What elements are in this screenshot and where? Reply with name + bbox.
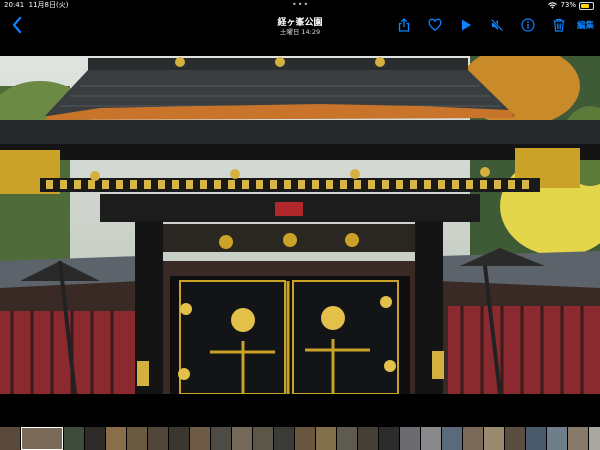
info-icon <box>521 18 536 32</box>
delete-button[interactable] <box>544 16 575 34</box>
photo-view[interactable] <box>0 56 600 394</box>
filmstrip-thumbnail[interactable] <box>127 427 147 450</box>
battery-percent: 73% <box>560 1 576 9</box>
status-bar: 20:41 11月8日(火) ••• 73% <box>0 0 600 11</box>
edit-button[interactable]: 編集 <box>577 19 594 31</box>
filmstrip-thumbnail[interactable] <box>253 427 273 450</box>
status-time: 20:41 <box>4 1 25 9</box>
filmstrip-thumbnail[interactable] <box>547 427 567 450</box>
filmstrip-thumbnail[interactable] <box>505 427 525 450</box>
filmstrip-thumbnail[interactable] <box>85 427 105 450</box>
wifi-icon <box>548 2 558 9</box>
photo-nav-bar: 経ヶ峯公園 土曜日 14:29 編集 <box>0 11 600 40</box>
filmstrip-thumbnail[interactable] <box>232 427 252 450</box>
mute-button[interactable] <box>482 16 513 34</box>
filmstrip-thumbnail[interactable] <box>421 427 441 450</box>
filmstrip[interactable] <box>0 427 600 450</box>
filmstrip-thumbnail[interactable] <box>190 427 210 450</box>
chevron-left-icon <box>12 16 22 34</box>
filmstrip-thumbnail[interactable] <box>274 427 294 450</box>
back-button[interactable] <box>8 14 28 36</box>
filmstrip-thumbnail[interactable] <box>148 427 168 450</box>
favorite-button[interactable] <box>420 16 451 34</box>
toolbar-actions: 編集 <box>389 16 594 34</box>
photo-image <box>0 56 600 394</box>
battery-fill <box>581 3 590 8</box>
heart-icon <box>429 18 442 32</box>
filmstrip-thumbnail[interactable] <box>0 427 20 450</box>
photo-subtitle: 土曜日 14:29 <box>279 28 321 36</box>
status-date: 11月8日(火) <box>28 1 69 9</box>
filmstrip-thumbnail[interactable] <box>400 427 420 450</box>
battery-icon <box>579 1 594 10</box>
filmstrip-thumbnail[interactable] <box>589 427 600 450</box>
filmstrip-thumbnail[interactable] <box>316 427 336 450</box>
filmstrip-thumbnail[interactable] <box>169 427 189 450</box>
play-icon <box>462 19 472 31</box>
trash-icon <box>553 18 565 32</box>
status-time-date: 20:41 11月8日(火) <box>4 0 68 11</box>
filmstrip-thumbnail[interactable] <box>358 427 378 450</box>
filmstrip-thumbnail-selected[interactable] <box>21 427 63 450</box>
filmstrip-thumbnail[interactable] <box>295 427 315 450</box>
filmstrip-thumbnail[interactable] <box>526 427 546 450</box>
multitasking-dots[interactable]: ••• <box>292 0 309 9</box>
filmstrip-thumbnail[interactable] <box>442 427 462 450</box>
filmstrip-thumbnail[interactable] <box>337 427 357 450</box>
filmstrip-thumbnail[interactable] <box>568 427 588 450</box>
play-button[interactable] <box>451 16 482 34</box>
filmstrip-thumbnail[interactable] <box>463 427 483 450</box>
filmstrip-thumbnail[interactable] <box>484 427 504 450</box>
filmstrip-thumbnail[interactable] <box>106 427 126 450</box>
filmstrip-thumbnail[interactable] <box>379 427 399 450</box>
info-button[interactable] <box>513 16 544 34</box>
filmstrip-thumbnail[interactable] <box>64 427 84 450</box>
status-right: 73% <box>548 0 594 11</box>
filmstrip-thumbnail[interactable] <box>211 427 231 450</box>
share-icon <box>399 18 410 32</box>
share-button[interactable] <box>389 16 420 34</box>
speaker-muted-icon <box>491 18 504 32</box>
